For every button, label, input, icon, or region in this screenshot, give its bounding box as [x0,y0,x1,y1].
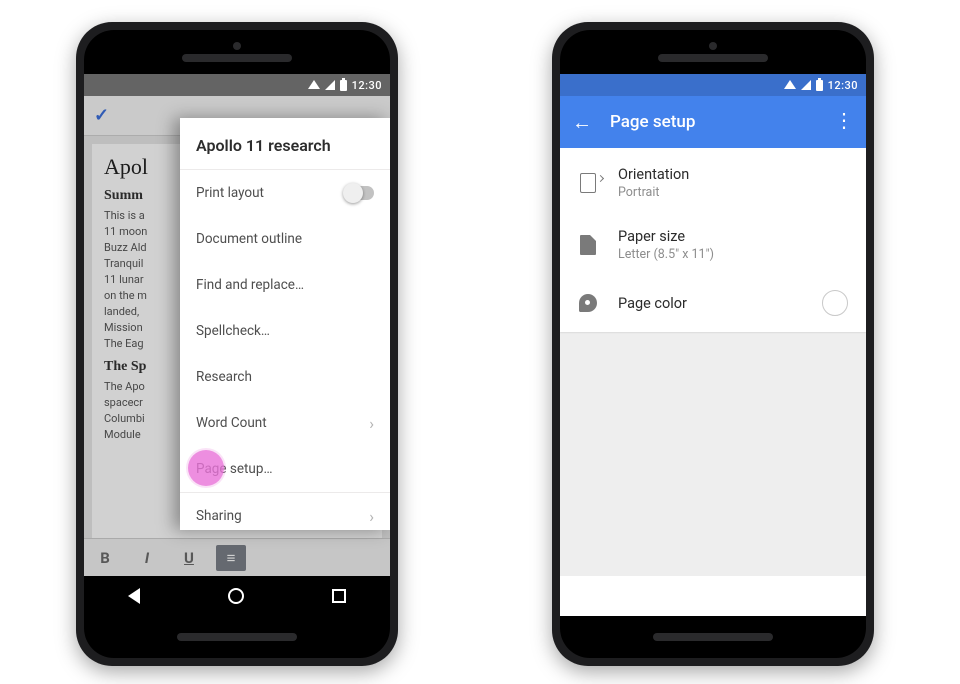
format-toolbar: B I U ≡ [84,538,390,576]
menu-title: Apollo 11 research [180,118,390,170]
italic-button[interactable]: I [126,549,168,567]
settings-label: Orientation [618,166,848,183]
menu-item-label: Sharing [196,508,242,524]
settings-row-orientation[interactable]: Orientation Portrait [560,152,866,214]
menu-item-label: Spellcheck… [196,323,270,339]
align-button[interactable]: ≡ [216,545,246,571]
palette-icon [579,294,597,312]
phone-mock-right: 12:30 ← Page setup ⋮ Orientation Portrait… [552,22,874,666]
color-swatch[interactable] [822,290,848,316]
chevron-right-icon: › [369,507,374,526]
menu-item-document-outline[interactable]: Document outline [180,216,390,262]
battery-icon [816,80,823,91]
android-nav-bar [84,576,390,616]
confirm-icon[interactable]: ✓ [94,105,109,126]
settings-label: Paper size [618,228,848,245]
settings-row-paper-size[interactable]: Paper size Letter (8.5" x 11") [560,214,866,276]
battery-icon [340,80,347,91]
menu-item-page-setup[interactable]: Page setup… [180,446,390,492]
toggle-switch[interactable] [344,186,374,200]
wifi-icon [784,80,796,89]
status-bar: 12:30 [84,74,390,96]
overflow-menu: Apollo 11 research Print layout Document … [180,118,390,530]
back-icon[interactable]: ← [572,112,592,132]
page-title: Page setup [610,112,816,132]
settings-label: Page color [618,295,802,312]
cell-signal-icon [325,80,335,90]
orientation-icon [580,173,596,193]
phone-mock-left: 12:30 ✓ Apol Summ This is a 11 moon Buzz… [76,22,398,666]
nav-home-icon[interactable] [228,588,244,604]
bold-button[interactable]: B [84,549,126,567]
menu-item-label: Research [196,369,252,385]
status-bar: 12:30 [560,74,866,96]
clock: 12:30 [828,79,858,92]
menu-item-spellcheck[interactable]: Spellcheck… [180,308,390,354]
overflow-icon[interactable]: ⋮ [834,115,854,125]
chevron-right-icon: › [369,414,374,433]
settings-body: Orientation Portrait Paper size Letter (8.5… [560,148,866,576]
menu-item-research[interactable]: Research [180,354,390,400]
nav-back-icon[interactable] [128,588,140,604]
cell-signal-icon [801,80,811,90]
app-bar: ← Page setup ⋮ [560,96,866,148]
menu-item-find-replace[interactable]: Find and replace… [180,262,390,308]
settings-sublabel: Portrait [618,185,848,200]
menu-item-label: Print layout [196,185,264,201]
touch-indicator [188,450,224,486]
wifi-icon [308,80,320,89]
settings-sublabel: Letter (8.5" x 11") [618,247,848,262]
menu-item-label: Find and replace… [196,277,304,293]
menu-item-print-layout[interactable]: Print layout [180,170,390,216]
menu-item-label: Word Count [196,415,267,431]
page-icon [580,235,596,255]
clock: 12:30 [352,79,382,92]
menu-item-sharing[interactable]: Sharing › [180,493,390,539]
underline-button[interactable]: U [168,549,210,567]
menu-item-label: Document outline [196,231,302,247]
menu-item-word-count[interactable]: Word Count › [180,400,390,446]
settings-row-page-color[interactable]: Page color [560,276,866,330]
nav-recent-icon[interactable] [332,589,346,603]
